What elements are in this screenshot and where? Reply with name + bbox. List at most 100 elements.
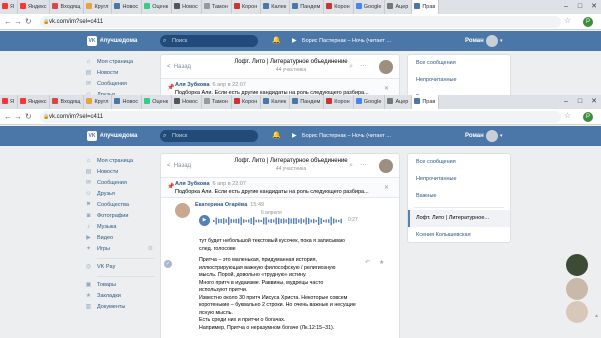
vk-brand-tag[interactable]: #лучшедома (100, 131, 137, 141)
chevron-down-icon[interactable]: ▾ (500, 130, 503, 142)
filter-all[interactable]: Все сообщения (408, 154, 510, 171)
maximize-icon[interactable]: □ (573, 0, 587, 14)
chat-avatar[interactable] (379, 159, 393, 173)
minimize-icon[interactable]: – (559, 0, 573, 14)
tab[interactable]: Тамон (202, 0, 232, 14)
nav-news[interactable]: ▤ Новости (85, 68, 155, 79)
now-playing-title[interactable]: Борис Пастернак – Ночь (читает ... (302, 35, 391, 47)
filter-important[interactable]: Важные (408, 188, 510, 205)
tab[interactable]: Я (0, 0, 18, 14)
star-icon[interactable]: ★ (379, 259, 384, 266)
message-avatar[interactable] (175, 203, 190, 218)
back-arrow-icon[interactable]: ← (4, 16, 12, 28)
tab[interactable]: Новос (112, 95, 143, 109)
nav-photos[interactable]: ◙ Фотографии (85, 211, 155, 222)
tab[interactable]: Калек (261, 95, 291, 109)
nav-bookmarks[interactable]: ★ Закладки (85, 291, 155, 302)
tab[interactable]: Оценк (142, 0, 173, 14)
reply-icon[interactable]: ↶ (365, 259, 370, 266)
tab[interactable]: Пандем (290, 0, 325, 14)
nav-games[interactable]: ✦ Игры ⚙ (85, 244, 155, 255)
bookmark-star-icon[interactable]: ☆ (564, 111, 571, 120)
chevron-down-icon[interactable]: ▾ (500, 35, 503, 47)
forward-arrow-icon[interactable]: → (14, 16, 22, 28)
nav-messages[interactable]: ✉ Сообщения (85, 79, 155, 90)
search-icon[interactable]: ⌕ (349, 55, 353, 79)
vk-search-input[interactable]: ⌕ Поиск (160, 130, 258, 142)
chat-title[interactable]: Лофт. Лито | Литературное объединение (211, 59, 371, 65)
tab[interactable]: Корон (232, 95, 262, 109)
play-icon[interactable]: ▶ (199, 215, 210, 226)
more-icon[interactable]: ⋯ (360, 55, 367, 79)
tab[interactable]: Google (354, 0, 386, 14)
chat-bubble-avatar[interactable] (566, 254, 588, 276)
nav-messages[interactable]: ✉ Сообщения (85, 178, 155, 189)
conversation-item[interactable]: Ксения Колышевская (408, 227, 510, 242)
tab[interactable]: Корон (324, 0, 354, 14)
nav-music[interactable]: ♪ Музыка (85, 222, 155, 233)
message-author[interactable]: Екатерина Огарёва 15:49 (195, 202, 264, 208)
nav-communities[interactable]: ⚑ Сообщества (85, 200, 155, 211)
chat-members[interactable]: 44 участника (211, 166, 371, 172)
filter-unread[interactable]: Непрочитанные (408, 72, 510, 89)
chat-bubble-avatar[interactable] (566, 278, 588, 300)
maximize-icon[interactable]: □ (573, 95, 587, 109)
back-button[interactable]: < Назад (167, 154, 191, 178)
nav-vkpay[interactable]: ◎ VK Pay (85, 262, 155, 273)
expand-icon[interactable]: ▲ (594, 313, 599, 319)
nav-documents[interactable]: ▥ Документы (85, 302, 155, 313)
tab-active[interactable]: Прав (412, 95, 440, 109)
close-icon[interactable]: ✕ (587, 95, 601, 109)
bell-icon[interactable]: 🔔 (272, 35, 281, 47)
vk-brand-tag[interactable]: #лучшедома (100, 36, 137, 46)
profile-avatar[interactable]: Р (583, 112, 593, 122)
filter-all[interactable]: Все сообщения (408, 55, 510, 72)
bell-icon[interactable]: 🔔 (272, 130, 281, 142)
nav-my-page[interactable]: ⌂ Моя страница (85, 156, 155, 167)
conversation-item-active[interactable]: Лофт. Лито | Литературное... (408, 210, 510, 227)
chat-title[interactable]: Лофт. Лито | Литературное объединение (211, 158, 371, 164)
bookmark-star-icon[interactable]: ☆ (564, 16, 571, 25)
vk-search-input[interactable]: ⌕ Поиск (160, 35, 258, 47)
tab-active[interactable]: Прав (412, 0, 440, 14)
tab[interactable]: Новос (172, 95, 202, 109)
nav-market[interactable]: ▣ Товары (85, 280, 155, 291)
nav-friends[interactable]: ☺Друзья (85, 189, 155, 200)
tab[interactable]: Тамон (202, 95, 232, 109)
tab[interactable]: Ацер (385, 0, 413, 14)
more-icon[interactable]: ⋯ (360, 154, 367, 178)
tab[interactable]: Яндекс (18, 0, 51, 14)
tab[interactable]: Google (354, 95, 386, 109)
tab[interactable]: Входящ (50, 95, 85, 109)
close-icon[interactable]: ✕ (384, 184, 389, 191)
tab[interactable]: Калек (261, 0, 291, 14)
nav-news[interactable]: ▤ Новости (85, 167, 155, 178)
tab[interactable]: Я (0, 95, 18, 109)
nav-my-page[interactable]: ⌂ Моя страница (85, 57, 155, 68)
address-input[interactable]: 🔒 vk.com/im?sel=c411 (40, 16, 561, 28)
tab[interactable]: Входящ (50, 0, 85, 14)
audio-waveform[interactable] (213, 216, 343, 226)
tab[interactable]: Яндекс (18, 95, 51, 109)
chat-avatar[interactable] (379, 60, 393, 74)
user-avatar[interactable] (486, 35, 498, 47)
user-name[interactable]: Роман (465, 130, 484, 142)
close-icon[interactable]: ✕ (587, 0, 601, 14)
pinned-message[interactable]: 📌 Аля Зубкова 6 апр в 22:07 Подборка Али.… (161, 178, 399, 198)
vk-logo-icon[interactable]: VK (87, 36, 97, 46)
nav-video[interactable]: ▶ Видео (85, 233, 155, 244)
tab[interactable]: Кругл (84, 95, 113, 109)
gear-icon[interactable]: ⚙ (148, 244, 153, 255)
tab[interactable]: Корон (324, 95, 354, 109)
reload-icon[interactable]: ↻ (25, 111, 32, 123)
tab[interactable]: Оценк (142, 95, 173, 109)
tab[interactable]: Пандем (290, 95, 325, 109)
chat-members[interactable]: 44 участника (211, 67, 371, 73)
close-icon[interactable]: ✕ (384, 85, 389, 92)
forward-arrow-icon[interactable]: → (14, 111, 22, 123)
play-icon[interactable]: ▶ (292, 35, 297, 47)
search-icon[interactable]: ⌕ (349, 154, 353, 178)
voice-message[interactable]: ▶ 0:27 (199, 215, 369, 227)
back-button[interactable]: < Назад (167, 55, 191, 79)
tab[interactable]: Новос (172, 0, 202, 14)
